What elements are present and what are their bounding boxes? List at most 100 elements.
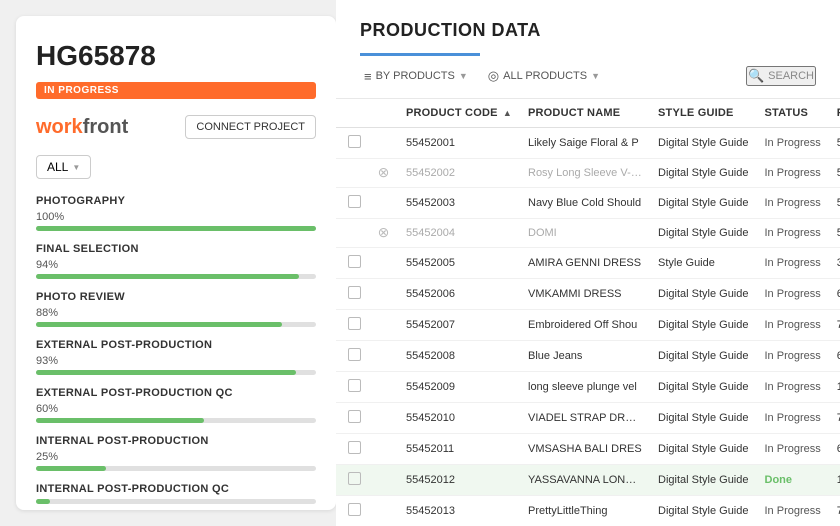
search-button[interactable]: 🔍 SEARCH xyxy=(746,66,816,86)
progress-cell: 50% xyxy=(829,188,840,219)
all-products-button[interactable]: ◎ ALL PRODUCTS ▼ xyxy=(484,66,604,86)
table-row[interactable]: 55452012 YASSAVANNA LONG S Digital Style… xyxy=(336,465,840,496)
product-code-cell: 55452004 xyxy=(398,219,520,248)
row-icon-cell xyxy=(369,465,398,496)
row-checkbox[interactable] xyxy=(348,255,361,268)
title-underline xyxy=(360,53,480,56)
section-pct: 94% xyxy=(36,259,316,271)
row-checkbox-cell xyxy=(336,403,369,434)
exclude-icon[interactable]: ⊗ xyxy=(377,226,390,239)
row-checkbox[interactable] xyxy=(348,410,361,423)
table-container[interactable]: PRODUCT CODE ▲ PRODUCT NAME STYLE GUIDE … xyxy=(336,99,840,526)
section-pct: 100% xyxy=(36,211,316,223)
table-row[interactable]: 55452005 AMIRA GENNI DRESS Style Guide I… xyxy=(336,248,840,279)
row-checkbox[interactable] xyxy=(348,472,361,485)
project-id: HG65878 xyxy=(36,40,316,72)
col-progress[interactable]: PROGRE... xyxy=(829,99,840,128)
section-title: PHOTOGRAPHY xyxy=(36,195,316,207)
section-pct: 93% xyxy=(36,355,316,367)
progress-bar-fill xyxy=(36,499,50,504)
row-checkbox-cell xyxy=(336,219,369,248)
product-code-cell: 55452012 xyxy=(398,465,520,496)
filter-row: ALL ▼ xyxy=(36,155,316,179)
row-checkbox[interactable] xyxy=(348,441,361,454)
row-checkbox[interactable] xyxy=(348,503,361,516)
table-row[interactable]: 55452006 VMKAMMI DRESS Digital Style Gui… xyxy=(336,279,840,310)
chevron-down-icon: ▼ xyxy=(72,163,80,172)
progress-bar-bg xyxy=(36,466,316,471)
progress-cell: 75% xyxy=(829,496,840,526)
table-row[interactable]: 55452003 Navy Blue Cold Should Digital S… xyxy=(336,188,840,219)
table-row[interactable]: ⊗ 55452004 DOMI Digital Style Guide In P… xyxy=(336,219,840,248)
row-icon-cell xyxy=(369,279,398,310)
row-checkbox[interactable] xyxy=(348,379,361,392)
all-filter-button[interactable]: ALL ▼ xyxy=(36,155,91,179)
product-name-cell: VMKAMMI DRESS xyxy=(520,279,650,310)
status-cell: In Progress xyxy=(757,159,829,188)
exclude-icon[interactable]: ⊗ xyxy=(377,166,390,179)
product-name-cell: DOMI xyxy=(520,219,650,248)
row-icon-cell xyxy=(369,310,398,341)
product-name-cell: long sleeve plunge vel xyxy=(520,372,650,403)
product-code-cell: 55452006 xyxy=(398,279,520,310)
row-checkbox[interactable] xyxy=(348,195,361,208)
progress-bar-fill xyxy=(36,322,282,327)
workfront-row: workfront CONNECT PROJECT xyxy=(36,115,316,139)
product-name-cell: YASSAVANNA LONG S xyxy=(520,465,650,496)
progress-cell: 12% xyxy=(829,372,840,403)
table-row[interactable]: 55452010 VIADEL STRAP DRESS Digital Styl… xyxy=(336,403,840,434)
product-name-cell: VMSASHA BALI DRES xyxy=(520,434,650,465)
status-cell: Done xyxy=(757,465,829,496)
status-cell: In Progress xyxy=(757,248,829,279)
table-row[interactable]: ⊗ 55452002 Rosy Long Sleeve V-Ne Digital… xyxy=(336,159,840,188)
progress-cell: 62% xyxy=(829,279,840,310)
connect-project-button[interactable]: CONNECT PROJECT xyxy=(185,115,316,139)
table-row[interactable]: 55452011 VMSASHA BALI DRES Digital Style… xyxy=(336,434,840,465)
progress-section: FINAL SELECTION 94% xyxy=(36,243,316,279)
progress-bar-fill xyxy=(36,226,316,231)
table-row[interactable]: 55452013 PrettyLittleThing Digital Style… xyxy=(336,496,840,526)
eye-icon: ◎ xyxy=(488,68,499,84)
row-checkbox-cell xyxy=(336,128,369,159)
chevron-down-icon: ▼ xyxy=(591,71,600,81)
progress-section: EXTERNAL POST-PRODUCTION 93% xyxy=(36,339,316,375)
toolbar: ≡ BY PRODUCTS ▼ ◎ ALL PRODUCTS ▼ 🔍 SEARC… xyxy=(360,66,816,98)
row-checkbox-cell xyxy=(336,465,369,496)
section-title: EXTERNAL POST-PRODUCTION QC xyxy=(36,387,316,399)
row-checkbox-cell xyxy=(336,310,369,341)
style-guide-cell: Digital Style Guide xyxy=(650,341,757,372)
product-name-cell: Rosy Long Sleeve V-Ne xyxy=(520,159,650,188)
col-status[interactable]: STATUS xyxy=(757,99,829,128)
section-title: EXTERNAL POST-PRODUCTION xyxy=(36,339,316,351)
chevron-down-icon: ▼ xyxy=(459,71,468,81)
progress-bar-fill xyxy=(36,466,106,471)
row-checkbox-cell xyxy=(336,372,369,403)
style-guide-cell: Digital Style Guide xyxy=(650,219,757,248)
table-row[interactable]: 55452007 Embroidered Off Shou Digital St… xyxy=(336,310,840,341)
table-body: 55452001 Likely Saige Floral & P Digital… xyxy=(336,128,840,526)
col-style-guide[interactable]: STYLE GUIDE xyxy=(650,99,757,128)
col-product-name[interactable]: PRODUCT NAME xyxy=(520,99,650,128)
table-row[interactable]: 55452008 Blue Jeans Digital Style Guide … xyxy=(336,341,840,372)
row-checkbox[interactable] xyxy=(348,135,361,148)
style-guide-cell: Digital Style Guide xyxy=(650,434,757,465)
table-row[interactable]: 55452009 long sleeve plunge vel Digital … xyxy=(336,372,840,403)
table-row[interactable]: 55452001 Likely Saige Floral & P Digital… xyxy=(336,128,840,159)
menu-icon: ≡ xyxy=(364,69,372,84)
progress-bar-fill xyxy=(36,274,299,279)
product-code-cell: 55452008 xyxy=(398,341,520,372)
by-products-button[interactable]: ≡ BY PRODUCTS ▼ xyxy=(360,67,472,86)
row-icon-cell xyxy=(369,248,398,279)
row-checkbox[interactable] xyxy=(348,286,361,299)
status-cell: In Progress xyxy=(757,219,829,248)
style-guide-cell: Digital Style Guide xyxy=(650,310,757,341)
products-table: PRODUCT CODE ▲ PRODUCT NAME STYLE GUIDE … xyxy=(336,99,840,526)
left-panel: HG65878 IN PROGRESS workfront CONNECT PR… xyxy=(16,16,336,510)
style-guide-cell: Digital Style Guide xyxy=(650,465,757,496)
col-checkbox xyxy=(336,99,369,128)
product-code-cell: 55452007 xyxy=(398,310,520,341)
col-product-code[interactable]: PRODUCT CODE ▲ xyxy=(398,99,520,128)
table-header-row: PRODUCT CODE ▲ PRODUCT NAME STYLE GUIDE … xyxy=(336,99,840,128)
row-checkbox[interactable] xyxy=(348,348,361,361)
row-checkbox[interactable] xyxy=(348,317,361,330)
